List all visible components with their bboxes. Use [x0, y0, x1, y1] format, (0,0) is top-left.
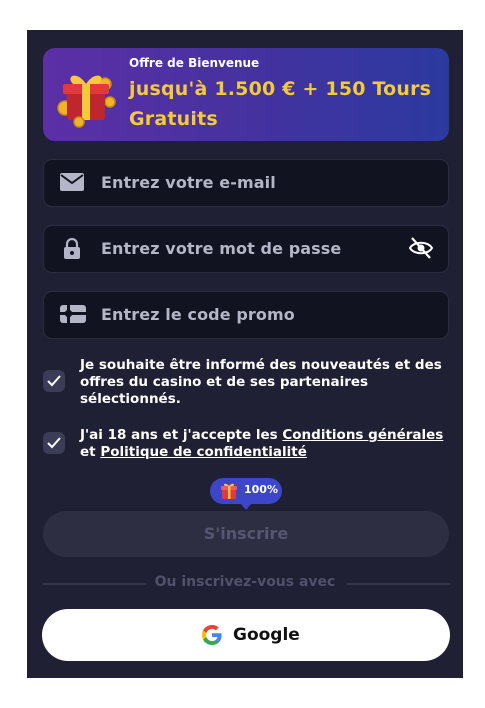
gift-icon: [221, 483, 237, 499]
google-label: Google: [233, 625, 300, 645]
divider-left: [43, 583, 146, 585]
divider-text: Ou inscrivez-vous avec: [154, 574, 336, 590]
bonus-badge: 100%: [210, 478, 282, 510]
registration-panel: Offre de Bienvenue jusqu'à 1.500 € + 150…: [27, 30, 463, 678]
lock-icon: [64, 238, 80, 259]
password-placeholder: Entrez votre mot de passe: [101, 239, 342, 258]
gift-box-icon: [57, 75, 116, 128]
checkmark-icon: [47, 437, 61, 449]
promo-code-field[interactable]: Entrez le code promo: [43, 291, 449, 339]
promo-placeholder: Entrez le code promo: [101, 305, 295, 324]
signup-button[interactable]: S'inscrire: [43, 511, 449, 557]
bonus-percent: 100%: [244, 483, 278, 496]
newsletter-checkbox[interactable]: [43, 370, 65, 392]
terms-checkbox[interactable]: [43, 432, 65, 454]
offer-headline: jusqu'à 1.500 € + 150 Tours Gratuits: [129, 78, 432, 130]
email-placeholder: Entrez votre e-mail: [101, 173, 276, 192]
terms-link[interactable]: Conditions générales: [282, 427, 443, 443]
divider-right: [347, 583, 450, 585]
google-icon: [202, 625, 222, 645]
eye-off-icon[interactable]: [408, 236, 434, 260]
email-field[interactable]: Entrez votre e-mail: [43, 159, 449, 207]
password-field[interactable]: Entrez votre mot de passe: [43, 225, 449, 273]
privacy-link[interactable]: Politique de confidentialité: [100, 444, 307, 460]
gift-card-icon: [60, 305, 86, 323]
newsletter-label: Je souhaite être informé des nouveautés …: [80, 357, 442, 407]
offer-subtitle: Offre de Bienvenue: [129, 56, 260, 70]
age-terms-label: J'ai 18 ans et j'accepte les Conditions …: [80, 427, 452, 461]
age-terms-middle: et: [80, 444, 101, 460]
envelope-icon: [60, 173, 84, 191]
age-terms-prefix: J'ai 18 ans et j'accepte les: [80, 427, 283, 443]
google-signin-button[interactable]: Google: [42, 609, 450, 661]
checkmark-icon: [47, 375, 61, 387]
welcome-offer-banner: Offre de Bienvenue jusqu'à 1.500 € + 150…: [43, 48, 449, 141]
